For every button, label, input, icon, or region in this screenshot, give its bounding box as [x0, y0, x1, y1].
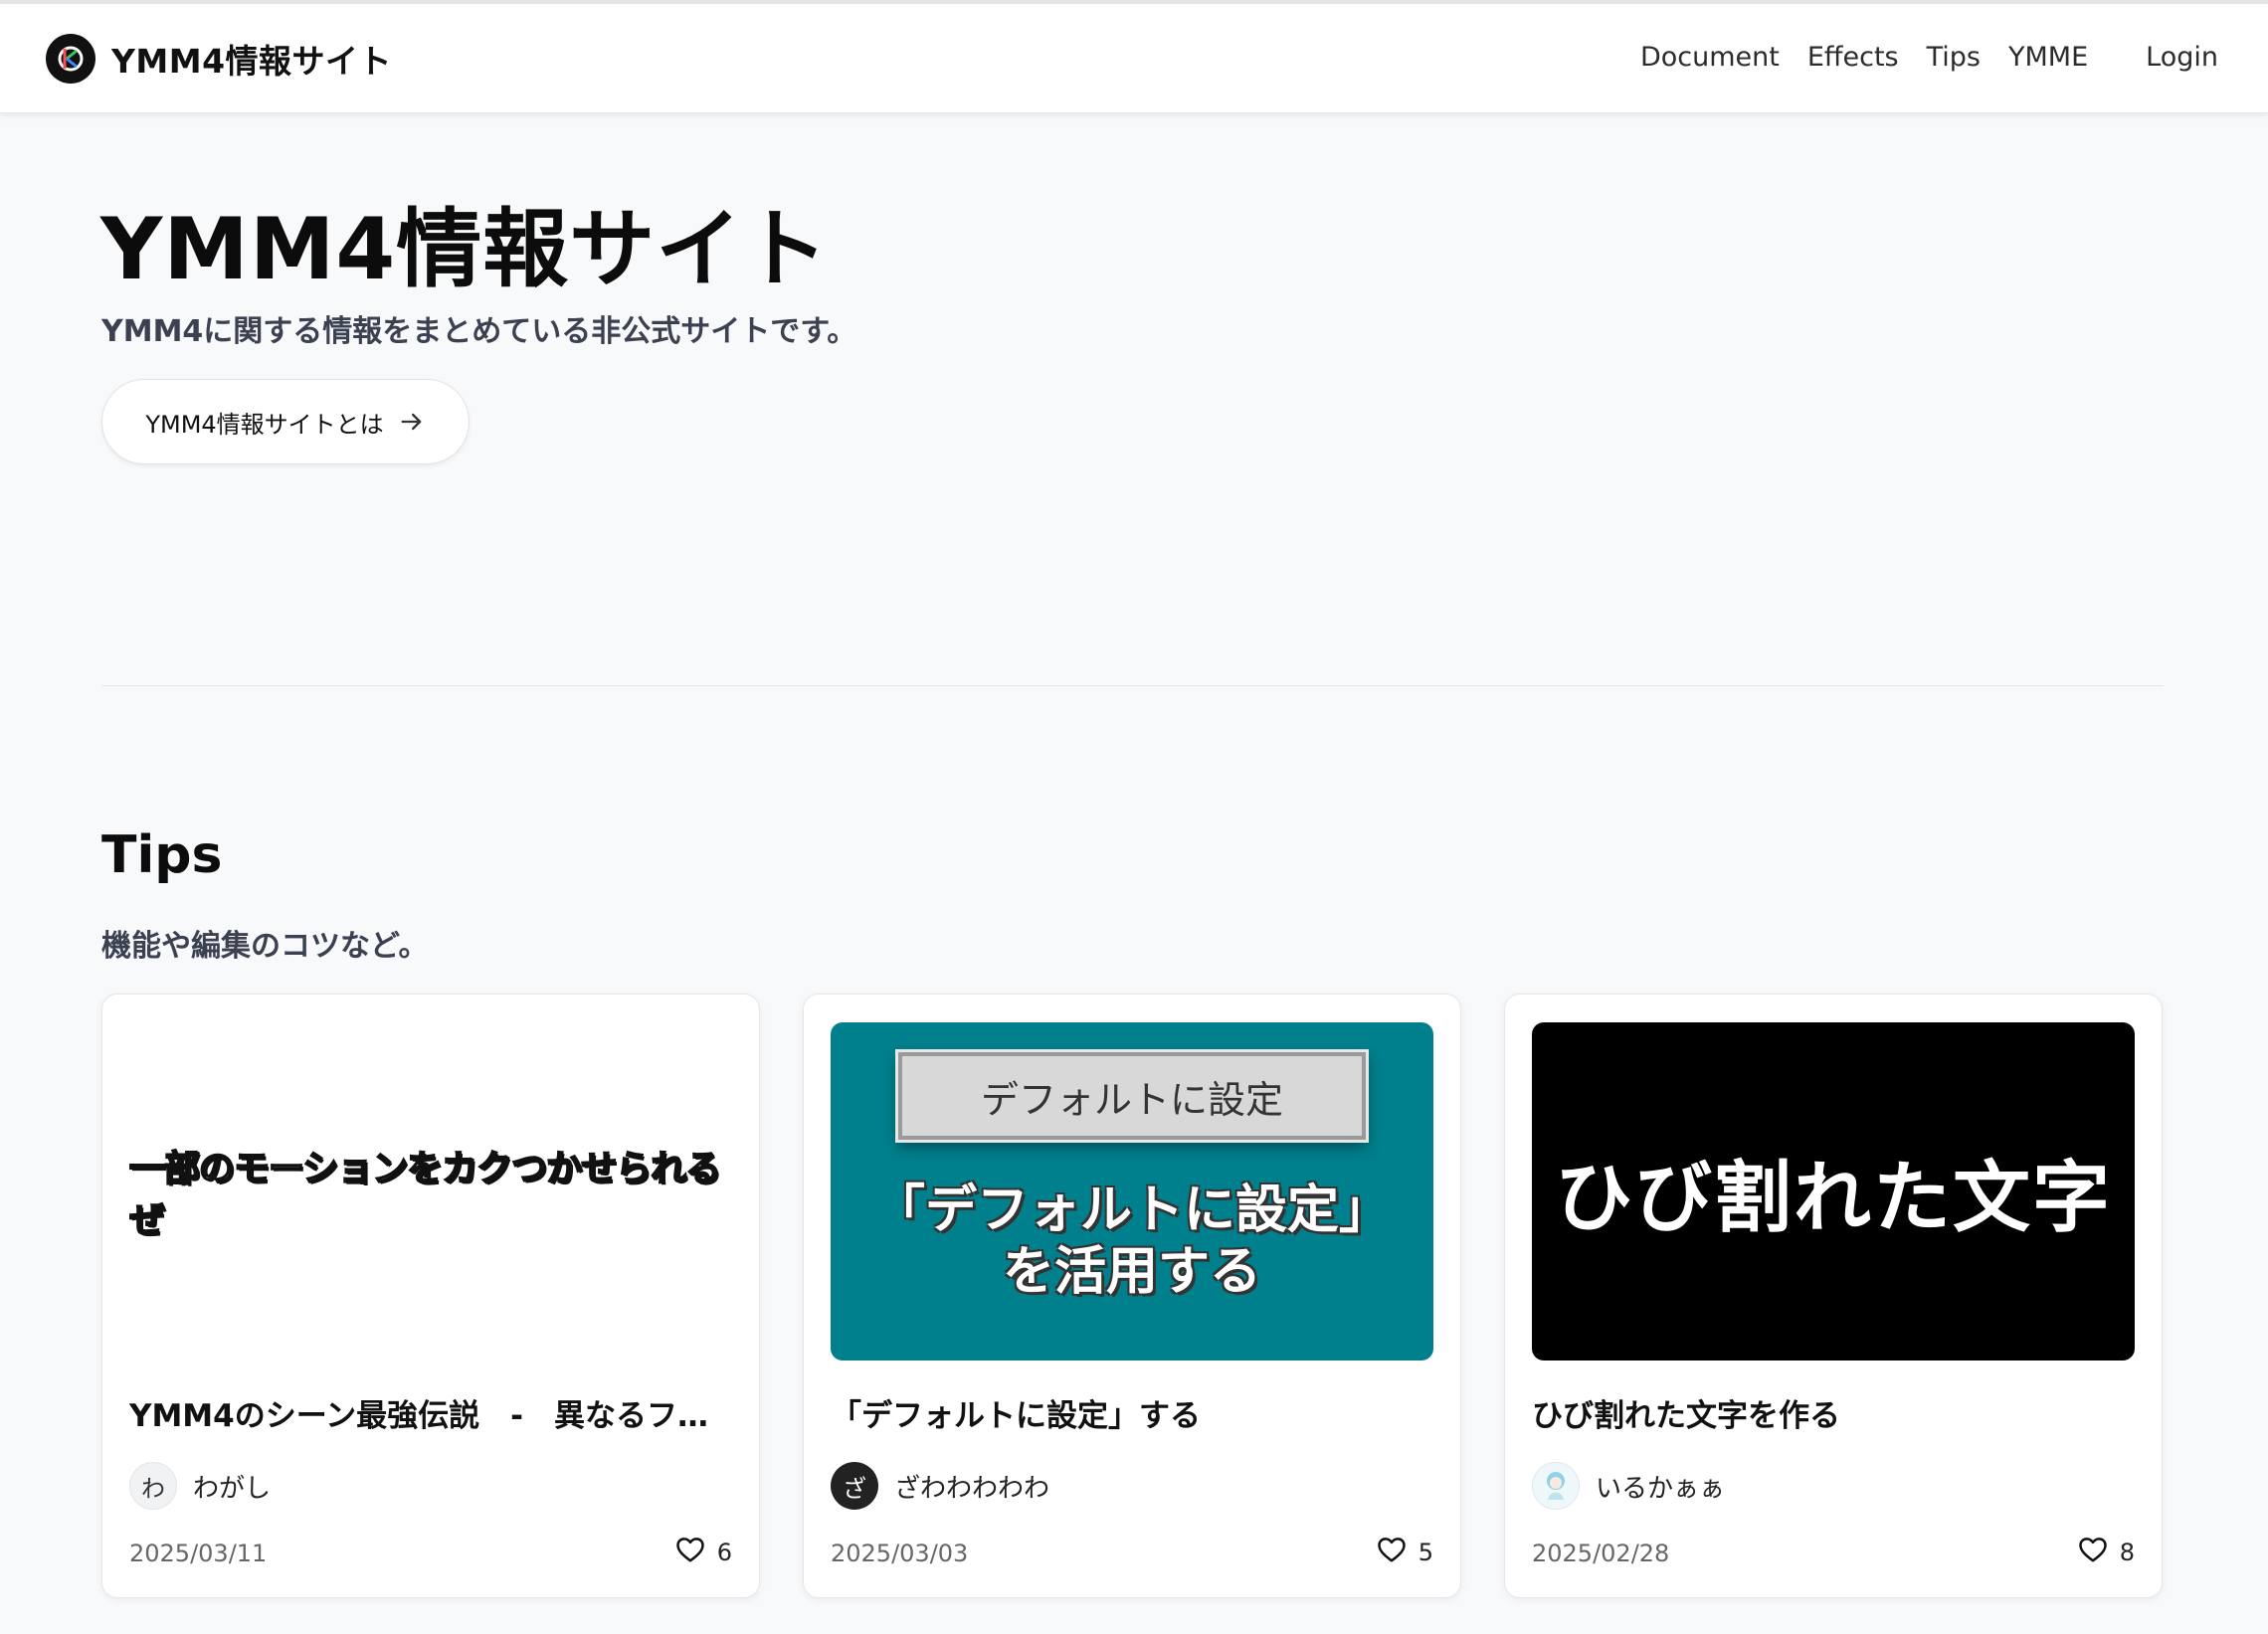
card-title[interactable]: ひび割れた文字を作る — [1532, 1390, 2135, 1435]
thumbnail-caption: 一部のモーションをカクつかせられるぜ — [129, 1148, 722, 1242]
thumbnail-caption: 「デフォルトに設定」 を活用する — [873, 1180, 1391, 1303]
heart-icon — [675, 1536, 705, 1569]
card-title[interactable]: 「デフォルトに設定」する — [831, 1390, 1433, 1435]
author-name: いるかぁぁ — [1596, 1473, 1726, 1504]
login-link[interactable]: Login — [2146, 42, 2218, 73]
thumbnail-caption-line: を活用する — [1002, 1242, 1261, 1302]
card-title[interactable]: YMM4のシーン最強伝説 - 異なるフレ... — [129, 1390, 732, 1435]
main-nav: Document Effects Tips YMME Login — [1612, 42, 2218, 73]
about-button[interactable]: YMM4情報サイトとは — [101, 379, 470, 464]
tip-card[interactable]: デフォルトに設定 「デフォルトに設定」 を活用する 「デフォルトに設定」する ざ… — [803, 994, 1461, 1598]
like-button[interactable]: 5 — [1377, 1536, 1433, 1569]
nav-effects[interactable]: Effects — [1807, 42, 1899, 73]
page-title: YMM4情報サイト — [100, 200, 830, 299]
nav-tips[interactable]: Tips — [1927, 42, 1981, 73]
card-thumbnail[interactable]: 一部のモーションをカクつかせられるぜ — [129, 1022, 732, 1361]
like-count: 8 — [2119, 1539, 2135, 1566]
logo-icon — [46, 34, 95, 84]
avatar: ざ — [831, 1462, 878, 1510]
card-author[interactable]: わ わがし — [129, 1462, 271, 1510]
card-author[interactable]: いるかぁぁ — [1532, 1462, 1725, 1510]
like-button[interactable]: 6 — [675, 1536, 732, 1569]
arrow-right-icon — [398, 408, 426, 436]
card-date: 2025/03/03 — [831, 1540, 969, 1567]
nav-ymme[interactable]: YMME — [2008, 42, 2088, 73]
section-divider — [101, 685, 2164, 686]
avatar: わ — [129, 1462, 177, 1510]
brand-link[interactable]: YMM4情報サイト — [46, 34, 392, 84]
about-button-label: YMM4情報サイトとは — [145, 410, 384, 439]
character-avatar-icon — [1532, 1462, 1580, 1510]
brand-title: YMM4情報サイト — [111, 42, 393, 81]
heart-icon — [2078, 1536, 2108, 1569]
card-date: 2025/02/28 — [1532, 1540, 1670, 1567]
like-count: 6 — [716, 1539, 732, 1566]
card-thumbnail[interactable]: ひび割れた文字 — [1532, 1022, 2135, 1361]
card-author[interactable]: ざ ざわわわわわ — [831, 1462, 1049, 1510]
thumbnail-caption: ひび割れた文字 — [1554, 1153, 2112, 1243]
site-header: YMM4情報サイト Document Effects Tips YMME Log… — [0, 0, 2268, 113]
thumbnail-caption-line: 「デフォルトに設定」 — [872, 1180, 1391, 1240]
like-count: 5 — [1418, 1539, 1433, 1566]
like-button[interactable]: 8 — [2078, 1536, 2135, 1569]
tip-card[interactable]: ひび割れた文字 ひび割れた文字を作る いるかぁぁ 2025/02/28 8 — [1504, 994, 2163, 1598]
author-name: わがし — [193, 1473, 272, 1504]
author-name: ざわわわわわ — [894, 1473, 1050, 1504]
tips-subtitle: 機能や編集のコツなど。 — [101, 929, 429, 964]
thumbnail-button-image: デフォルトに設定 — [898, 1052, 1366, 1140]
nav-document[interactable]: Document — [1640, 42, 1780, 73]
card-thumbnail[interactable]: デフォルトに設定 「デフォルトに設定」 を活用する — [831, 1022, 1433, 1361]
card-date: 2025/03/11 — [129, 1540, 268, 1567]
heart-icon — [1377, 1536, 1407, 1569]
tips-heading: Tips — [101, 825, 223, 885]
tip-card[interactable]: 一部のモーションをカクつかせられるぜ YMM4のシーン最強伝説 - 異なるフレ.… — [101, 994, 760, 1598]
page-subtitle: YMM4に関する情報をまとめている非公式サイトです。 — [101, 314, 857, 349]
